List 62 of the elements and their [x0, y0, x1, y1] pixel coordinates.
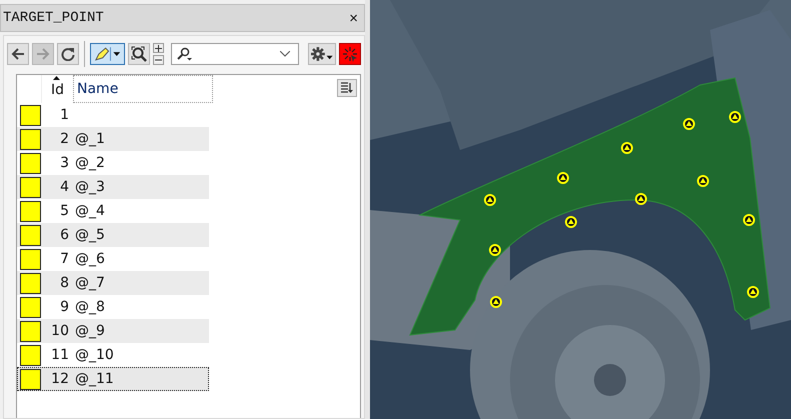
id-cell-text: 4 — [59, 179, 69, 195]
plus-icon — [155, 44, 162, 52]
name-cell: @_6 — [75, 251, 105, 267]
gear-icon — [310, 46, 333, 62]
name-cell: @_11 — [75, 371, 114, 387]
id-cell-text: 7 — [59, 251, 69, 267]
table-row[interactable]: 8 @_7 — [17, 271, 209, 295]
minus-icon — [155, 59, 162, 61]
refresh-button[interactable] — [57, 43, 79, 65]
table-row[interactable]: 1 — [17, 103, 209, 127]
zoom-out-button[interactable] — [153, 55, 164, 65]
table-row[interactable]: 5 @_4 — [17, 199, 209, 223]
table-row[interactable]: 4 @_3 — [17, 175, 209, 199]
id-cell-text: 6 — [59, 227, 69, 243]
id-cell-text: 9 — [59, 299, 69, 315]
table-row[interactable]: 7 @_6 — [17, 247, 209, 271]
id-cell-text: 11 — [50, 347, 69, 363]
name-cell: @_5 — [75, 227, 105, 243]
arrow-left-icon — [11, 47, 25, 61]
id-cell-text: 8 — [59, 275, 69, 291]
name-cell: @_9 — [75, 323, 105, 339]
id-cell-text: 5 — [59, 203, 69, 219]
column-header[interactable]: Id — [42, 75, 73, 103]
name-cell: @_2 — [75, 155, 105, 171]
id-cell-text: 3 — [59, 155, 69, 171]
arrow-right-icon — [36, 47, 50, 61]
name-cell: @_7 — [75, 275, 105, 291]
table-row[interactable]: 3 @_2 — [17, 151, 209, 175]
close-button[interactable]: × — [347, 10, 360, 26]
column-chooser-button[interactable] — [337, 79, 357, 97]
table-row[interactable]: 10 @_9 — [17, 319, 209, 343]
back-button[interactable] — [7, 43, 29, 65]
zoom-in-button[interactable] — [153, 43, 164, 53]
table-row[interactable]: 12 @_11 — [17, 367, 209, 391]
settings-dropdown-button[interactable] — [308, 43, 336, 65]
name-cell: @_10 — [75, 347, 114, 363]
pick-button[interactable] — [339, 43, 361, 65]
chevron-down-icon — [280, 51, 290, 57]
table-row[interactable]: 9 @_8 — [17, 295, 209, 319]
panel-title: TARGET_POINT — [3, 10, 104, 26]
name-cell: @_4 — [75, 203, 105, 219]
column-header[interactable]: Name — [73, 75, 213, 103]
name-cell: @_3 — [75, 179, 105, 195]
highlighter-dropdown-button[interactable] — [90, 43, 125, 65]
search-combobox[interactable] — [171, 43, 298, 65]
name-cell: @_8 — [75, 299, 105, 315]
id-cell-text: 12 — [50, 371, 69, 387]
zoom-fit-button[interactable] — [128, 43, 150, 65]
sort-ascending-icon — [53, 76, 60, 80]
refresh-icon — [61, 47, 75, 61]
name-cell: @_1 — [75, 131, 105, 147]
id-cell-text: 2 — [59, 131, 69, 147]
cursor-burst-icon — [342, 46, 358, 62]
table-row[interactable]: 11 @_10 — [17, 343, 209, 367]
highlighter-icon — [92, 46, 122, 62]
table-row[interactable]: 2 @_1 — [17, 127, 209, 151]
id-cell-text: 10 — [50, 323, 69, 339]
table-row[interactable]: 6 @_5 — [17, 223, 209, 247]
zoom-fit-icon — [131, 46, 147, 62]
id-cell-text: 1 — [59, 107, 69, 123]
search-icon — [177, 47, 193, 61]
list-dropdown-icon — [340, 82, 354, 94]
